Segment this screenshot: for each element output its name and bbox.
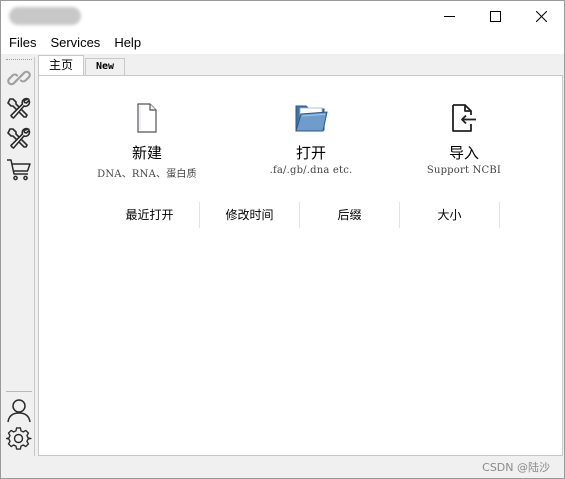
minimize-icon [443,16,455,17]
tools-icon [7,127,31,150]
link-button[interactable] [6,65,32,91]
folder-open-icon [295,105,328,132]
tools-button-1[interactable] [6,95,32,121]
tab-new[interactable]: New [85,58,126,75]
maximize-icon [489,11,501,22]
toolbar-grip [6,59,32,60]
status-bar: CSDN @陆沙 [1,456,564,478]
tools-icon [7,97,31,120]
column-recent[interactable]: 最近打开 [100,202,200,228]
cart-icon [7,159,31,181]
window-title-redacted [9,7,81,25]
open-title: 打开 [295,144,326,162]
column-suffix[interactable]: 后缀 [300,202,400,228]
file-icon [137,103,157,133]
close-button[interactable] [518,1,564,32]
import-subtitle: Support NCBI [426,165,502,176]
import-action[interactable]: 导入 Support NCBI [389,100,539,176]
tools-button-2[interactable] [6,125,32,151]
gear-icon [6,427,32,450]
tab-bar: 主页 New [38,55,126,76]
link-icon [7,70,31,86]
file-import-icon [452,104,476,132]
user-button[interactable] [6,397,32,423]
open-action[interactable]: 打开 .fa/.gb/.dna etc. [236,100,386,176]
open-subtitle: .fa/.gb/.dna etc. [269,165,353,176]
toolbar-separator [6,391,32,392]
recent-files-header: 最近打开 修改时间 后缀 大小 [100,202,500,228]
watermark: CSDN @陆沙 [482,461,550,474]
cart-button[interactable] [6,157,32,183]
title-bar[interactable] [1,1,564,32]
column-modified-time[interactable]: 修改时间 [200,202,300,228]
new-title: 新建 [131,144,162,162]
menu-bar: Files Services Help [1,32,564,54]
left-toolbar [2,57,35,456]
home-panel: 新建 DNA、RNA、蛋白质 打开 .fa/.gb/.dna etc. 导入 S… [38,75,563,456]
menu-help[interactable]: Help [107,32,148,54]
import-title: 导入 [448,144,479,162]
menu-files[interactable]: Files [1,32,43,54]
new-subtitle: DNA、RNA、蛋白质 [97,169,197,180]
app-window: Files Services Help 主页 New 新建 DNA、RNA、蛋白… [0,0,565,479]
user-icon [7,399,31,423]
menu-services[interactable]: Services [43,32,107,54]
column-size[interactable]: 大小 [400,202,500,228]
maximize-button[interactable] [472,1,518,32]
close-icon [535,11,547,22]
minimize-button[interactable] [426,1,472,32]
tab-home[interactable]: 主页 [38,55,85,76]
settings-button[interactable] [6,426,32,452]
new-action[interactable]: 新建 DNA、RNA、蛋白质 [72,100,222,180]
